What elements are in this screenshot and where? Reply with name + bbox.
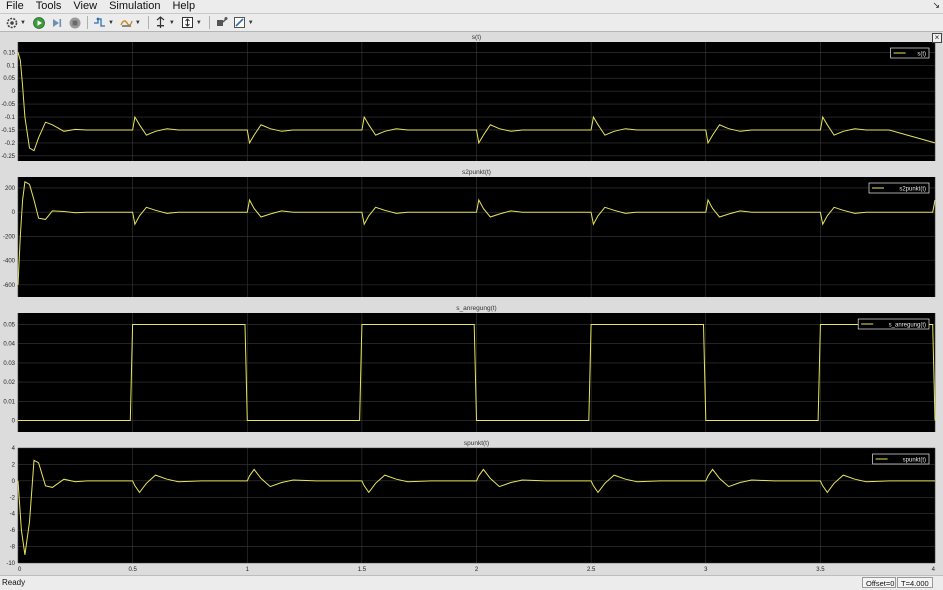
- y-tick-label: 4: [12, 446, 16, 452]
- y-tick-label: 0.01: [3, 399, 15, 405]
- style-dropdown-icon[interactable]: ▼: [248, 20, 254, 26]
- menu-file[interactable]: File: [0, 0, 30, 13]
- zoom-dropdown-icon[interactable]: ▼: [169, 20, 175, 26]
- gear-dropdown-icon[interactable]: ▼: [20, 20, 26, 26]
- highlight-block-icon[interactable]: [215, 16, 229, 30]
- y-tick-label: 0: [12, 479, 16, 485]
- y-tick-label: -0.25: [1, 154, 15, 160]
- x-tick-label: 3: [704, 567, 708, 573]
- toolbar-separator: [86, 16, 88, 29]
- y-tick-label: -600: [3, 283, 16, 289]
- y-tick-label: 200: [5, 186, 16, 192]
- y-tick-label: 0.02: [3, 380, 15, 386]
- menu-bar: File Tools View Simulation Help ↘: [0, 0, 943, 14]
- legend-label: s(t): [917, 52, 926, 58]
- y-tick-label: -0.1: [5, 115, 16, 121]
- y-tick-label: 0.03: [3, 361, 15, 367]
- y-tick-label: -0.15: [1, 128, 15, 134]
- x-tick-label: 3.5: [816, 567, 825, 573]
- plot-title: spunkt(t): [464, 440, 489, 447]
- y-tick-label: 0: [12, 210, 16, 216]
- triggers-icon[interactable]: [120, 16, 134, 30]
- signal-dropdown-icon[interactable]: ▼: [108, 20, 114, 26]
- menu-help[interactable]: Help: [166, 0, 201, 13]
- style-icon[interactable]: [233, 16, 247, 30]
- plot-title: s_anregung(t): [456, 305, 496, 312]
- y-tick-label: -0.05: [1, 102, 15, 108]
- x-tick-label: 0.5: [128, 567, 137, 573]
- legend-label: s2punkt(t): [899, 187, 926, 193]
- gear-icon[interactable]: [5, 16, 19, 30]
- offset-readout: Offset=0: [862, 577, 896, 588]
- plot-title: s(t): [472, 34, 481, 41]
- axes-dropdown-icon[interactable]: ▼: [196, 20, 202, 26]
- triggers-dropdown-icon[interactable]: ▼: [135, 20, 141, 26]
- x-tick-label: 1: [246, 567, 250, 573]
- y-tick-label: -8: [10, 545, 16, 551]
- y-tick-label: -4: [10, 512, 16, 518]
- toolbar-separator: [208, 16, 210, 29]
- status-bar: Ready Offset=0 T=4.000: [0, 575, 943, 590]
- menu-simulation[interactable]: Simulation: [103, 0, 166, 13]
- plot-title: s2punkt(t): [462, 169, 491, 176]
- toolbar: ▼ ▼ ▼ ▼ ▼ ▼: [0, 14, 943, 32]
- signal-cursor-icon[interactable]: [93, 16, 107, 30]
- toolbar-separator: [147, 16, 149, 29]
- x-tick-label: 1.5: [358, 567, 367, 573]
- stop-icon[interactable]: [68, 16, 82, 30]
- y-tick-label: 0: [12, 418, 16, 424]
- legend-label: spunkt(t): [903, 458, 926, 464]
- y-tick-label: -10: [6, 561, 15, 567]
- close-icon[interactable]: ×: [932, 33, 942, 43]
- step-forward-icon[interactable]: [50, 16, 64, 30]
- zoom-icon[interactable]: [154, 16, 168, 30]
- x-tick-label: 4: [932, 567, 936, 573]
- x-tick-label: 0: [18, 567, 22, 573]
- y-tick-label: -6: [10, 528, 16, 534]
- y-tick-label: -200: [3, 234, 16, 240]
- y-tick-label: -2: [10, 495, 16, 501]
- y-tick-label: 0.04: [3, 342, 15, 348]
- time-readout: T=4.000: [897, 577, 933, 588]
- y-tick-label: 0.05: [3, 76, 15, 82]
- y-tick-label: 0.15: [3, 50, 15, 56]
- x-tick-label: 2: [475, 567, 479, 573]
- scope-plots[interactable]: s(t) -0.25 -0.2 -0.15 -0.1 -0.05 0 0.05 0.1 0.15 s…: [0, 32, 943, 575]
- menu-view[interactable]: View: [67, 0, 103, 13]
- axes-scale-icon[interactable]: [181, 16, 195, 30]
- expand-arrow-icon[interactable]: ↘: [932, 0, 940, 11]
- scope-plot-area: s(t) -0.25 -0.2 -0.15 -0.1 -0.05 0 0.05 0.1 0.15 s…: [0, 32, 943, 575]
- x-tick-label: 2.5: [587, 567, 596, 573]
- menu-tools[interactable]: Tools: [30, 0, 68, 13]
- y-tick-label: 0: [12, 89, 16, 95]
- y-tick-label: 2: [12, 462, 16, 468]
- status-text: Ready: [2, 578, 26, 587]
- y-tick-label: -400: [3, 259, 16, 265]
- y-tick-label: -0.2: [5, 141, 16, 147]
- y-tick-label: 0.1: [7, 63, 16, 69]
- run-icon[interactable]: [32, 16, 46, 30]
- y-tick-label: 0.05: [3, 323, 15, 329]
- legend-label: s_anregung(t): [889, 323, 926, 329]
